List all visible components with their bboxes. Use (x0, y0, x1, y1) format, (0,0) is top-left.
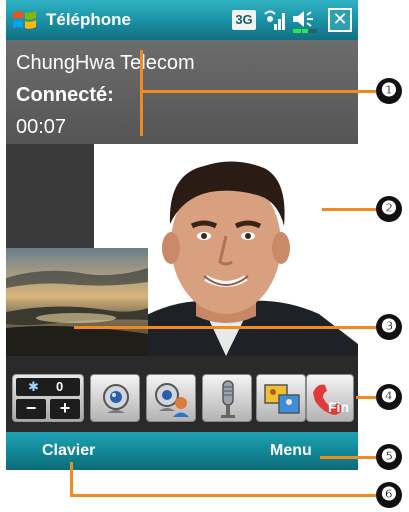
picture-in-picture-button[interactable] (256, 374, 306, 422)
callout-line-1 (140, 50, 143, 136)
call-toolbar: ✱ 0 − + Fin (6, 356, 358, 432)
microphone-icon (221, 380, 235, 418)
brightness-icon: ✱ (28, 379, 39, 394)
brightness-display: ✱ 0 (16, 378, 80, 396)
softkey-menu[interactable]: Menu (270, 442, 312, 460)
camera-swap-button[interactable] (146, 374, 196, 422)
callout-4: ❹ (376, 384, 402, 410)
callout-1: ❶ (376, 78, 402, 104)
close-button[interactable]: ✕ (328, 8, 352, 32)
video-area (6, 144, 358, 356)
callout-line-2 (322, 208, 376, 211)
title-bar: Téléphone 3G ✕ (6, 0, 358, 40)
phone-screen: Téléphone 3G ✕ ChungHwa Telecom Connecté… (6, 0, 358, 470)
callout-6: ❻ (376, 482, 402, 508)
signal-icon[interactable] (262, 8, 286, 32)
local-video-preview[interactable] (6, 248, 148, 356)
callout-line-5 (320, 456, 376, 459)
callout-line-4 (356, 396, 376, 399)
softkey-keypad[interactable]: Clavier (42, 442, 95, 460)
brightness-control: ✱ 0 − + (12, 374, 84, 422)
windows-start-icon[interactable] (10, 5, 40, 35)
local-camera-image (6, 248, 148, 356)
camera-button[interactable] (90, 374, 140, 422)
callout-line-3 (74, 326, 376, 329)
end-call-button[interactable]: Fin (306, 374, 354, 422)
microphone-button[interactable] (202, 374, 252, 422)
brightness-increase-button[interactable]: + (50, 399, 80, 419)
brightness-value: 0 (56, 379, 64, 394)
callout-2: ❷ (376, 196, 402, 222)
callout-line-6-vertical (70, 462, 73, 496)
callout-5: ❺ (376, 444, 402, 470)
end-call-label: Fin (328, 399, 349, 415)
window-title: Téléphone (46, 10, 132, 29)
callout-line-1-horizontal (140, 90, 376, 93)
softkey-bar: Clavier Menu (6, 432, 358, 470)
camera-icon (103, 384, 129, 413)
volume-icon[interactable] (291, 8, 319, 34)
callout-line-6-horizontal (70, 494, 376, 497)
call-duration: 00:07 (16, 116, 67, 138)
callout-3: ❸ (376, 314, 402, 340)
call-status: Connecté: (16, 84, 114, 106)
brightness-decrease-button[interactable]: − (16, 399, 46, 419)
camera-swap-icon (155, 383, 189, 417)
picture-in-picture-icon (264, 384, 300, 414)
3g-icon[interactable]: 3G (232, 10, 256, 30)
carrier-name: ChungHwa Telecom (16, 52, 195, 74)
